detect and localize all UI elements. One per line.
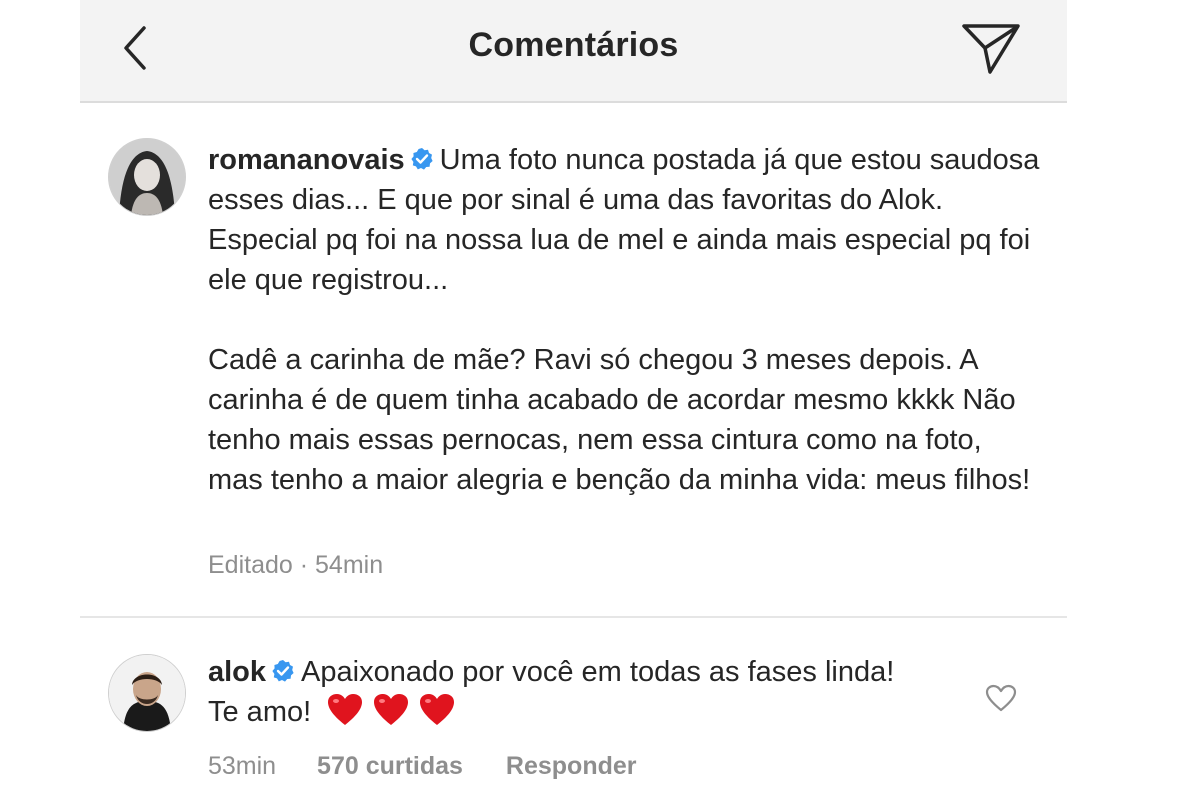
red-heart-emoji — [374, 694, 409, 725]
meta-separator: · — [299, 551, 309, 579]
red-heart-emoji — [420, 694, 455, 725]
like-button[interactable] — [985, 684, 1017, 712]
profile-photo — [109, 655, 185, 731]
avatar[interactable] — [108, 654, 186, 732]
header-bar: Comentários — [80, 0, 1067, 103]
avatar[interactable] — [108, 138, 186, 216]
divider — [80, 616, 1067, 618]
caption-timestamp: 54min — [315, 551, 384, 579]
profile-photo — [109, 139, 185, 215]
caption-paragraph-2: Cadê a carinha de mãe? Ravi só chegou 3 … — [208, 344, 1031, 496]
caption-meta: Editado · 54min — [208, 551, 383, 580]
reply-button[interactable]: Responder — [506, 752, 637, 780]
heart-outline-icon — [985, 684, 1017, 712]
caption-comment: romananovais Uma foto nunca postada já q… — [208, 140, 1048, 300]
page-title: Comentários — [468, 26, 679, 64]
reply-timestamp: 53min — [208, 752, 277, 780]
share-button[interactable] — [960, 18, 1022, 78]
verified-badge-icon — [272, 660, 294, 682]
paper-plane-icon — [962, 24, 1020, 74]
verified-badge-icon — [411, 148, 433, 170]
red-heart-emoji — [328, 694, 363, 725]
reply-text: Apaixonado por você em todas as fases li… — [208, 656, 895, 728]
reply-meta: 53min 570 curtidas Responder — [208, 752, 637, 781]
caption-username[interactable]: romananovais — [208, 144, 405, 176]
reply-comment: alok Apaixonado por você em todas as fas… — [208, 652, 928, 732]
likes-count[interactable]: 570 curtidas — [317, 752, 463, 780]
comments-screen: Comentários romananovais Uma foto nunca … — [80, 0, 1067, 800]
reply-username[interactable]: alok — [208, 656, 266, 688]
edited-label: Editado — [208, 551, 293, 579]
